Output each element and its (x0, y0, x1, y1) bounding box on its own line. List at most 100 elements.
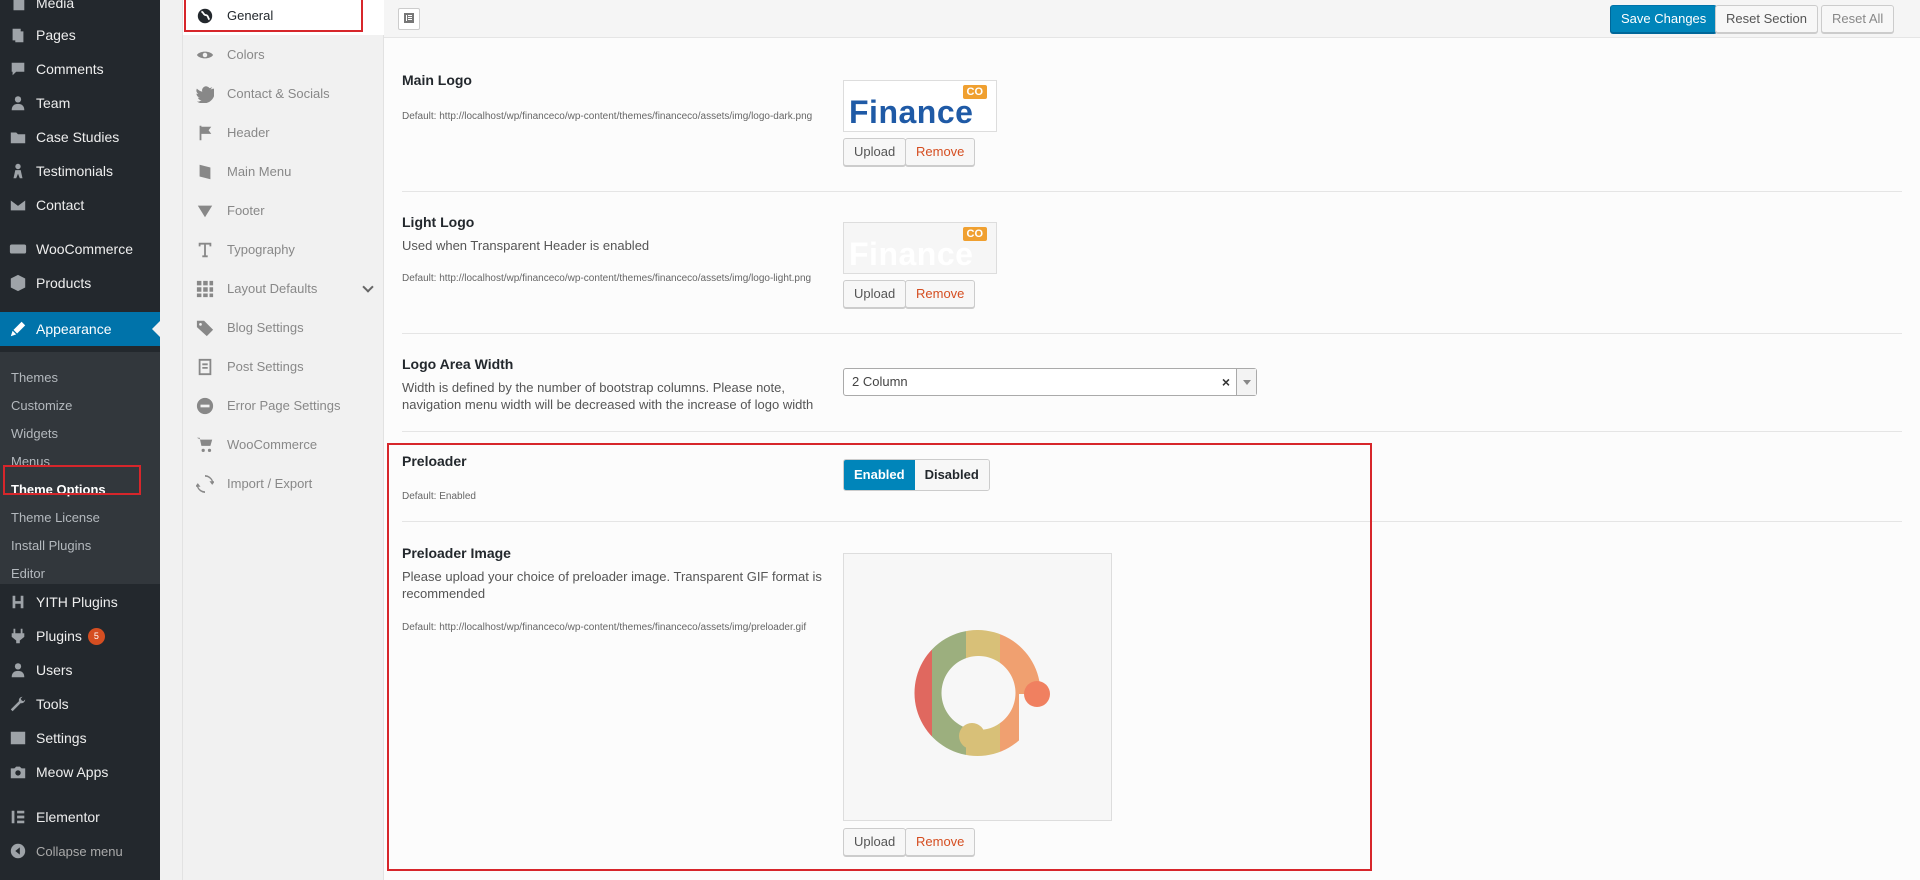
tab-layout-defaults[interactable]: Layout Defaults (183, 269, 384, 308)
tab-label: General (227, 8, 274, 23)
users-icon (0, 661, 36, 679)
eye-icon (183, 46, 227, 64)
tab-post-settings[interactable]: Post Settings (183, 347, 384, 386)
elementor-icon (0, 808, 36, 826)
sidebar-item-meow-apps[interactable]: Meow Apps (0, 755, 160, 789)
reset-all-button[interactable]: Reset All (1821, 5, 1895, 33)
sidebar-item-media[interactable]: Media (0, 0, 160, 20)
logo-word: Finance (849, 94, 974, 130)
submenu-menus[interactable]: Menus (11, 450, 50, 472)
products-icon (0, 274, 36, 292)
chevron-down-icon[interactable] (362, 281, 374, 293)
grid-icon (183, 280, 227, 298)
sidebar-item-team[interactable]: Team (0, 86, 160, 120)
pages-icon (0, 26, 36, 44)
tab-colors[interactable]: Colors (183, 35, 384, 74)
preloader-remove-button[interactable]: Remove (905, 828, 976, 856)
sidebar-item-label: Users (36, 662, 73, 678)
tab-header[interactable]: Header (183, 113, 384, 152)
admin-sidebar: Media Pages Comments Team Case Studies T… (0, 0, 160, 880)
reset-section-button[interactable]: Reset Section (1715, 5, 1818, 33)
preloader-upload-button[interactable]: Upload (843, 828, 907, 856)
comments-icon (0, 60, 36, 78)
sidebar-item-yith-plugins[interactable]: YITH Plugins (0, 585, 160, 619)
appearance-icon (0, 320, 36, 338)
submenu-editor[interactable]: Editor (11, 562, 45, 584)
sidebar-item-products[interactable]: Products (0, 266, 160, 300)
tab-blog-settings[interactable]: Blog Settings (183, 308, 384, 347)
tab-contact-socials[interactable]: Contact & Socials (183, 74, 384, 113)
preloader-image-section: Preloader Image Please upload your choic… (402, 522, 1902, 862)
text-icon (183, 241, 227, 259)
light-logo-section: Light Logo Used when Transparent Header … (402, 192, 1902, 334)
sidebar-item-pages[interactable]: Pages (0, 18, 160, 52)
sidebar-item-case-studies[interactable]: Case Studies (0, 120, 160, 154)
globe-icon (183, 7, 227, 25)
contact-icon (0, 196, 36, 214)
chevron-down-icon[interactable] (1236, 369, 1256, 395)
sidebar-item-settings[interactable]: Settings (0, 721, 160, 755)
tab-general[interactable]: General (183, 0, 384, 35)
options-content: Save Changes Reset Section Reset All Mai… (384, 0, 1920, 880)
tab-woocommerce[interactable]: WooCommerce (183, 425, 384, 464)
sidebar-item-label: Comments (36, 61, 104, 77)
preloader-spinner-image (914, 630, 1059, 756)
tab-main-menu[interactable]: Main Menu (183, 152, 384, 191)
main-logo-preview: Finance CO (843, 80, 997, 132)
sidebar-item-label: Testimonials (36, 163, 114, 179)
submenu-customize[interactable]: Customize (11, 394, 72, 416)
list-icon (403, 12, 415, 27)
cart-icon (183, 436, 227, 454)
sidebar-item-tools[interactable]: Tools (0, 687, 160, 721)
sidebar-item-label: Contact (36, 197, 85, 213)
collapse-menu-button[interactable]: Collapse menu (0, 834, 160, 868)
tab-label: Blog Settings (227, 320, 304, 335)
tab-import-export[interactable]: Import / Export (183, 464, 384, 503)
sidebar-item-users[interactable]: Users (0, 653, 160, 687)
sidebar-item-label: Team (36, 95, 71, 111)
sidebar-item-plugins[interactable]: Plugins 5 (0, 619, 160, 653)
preloader-toggle[interactable]: Enabled Disabled (843, 459, 990, 491)
logo-word: Finance (849, 236, 974, 272)
sidebar-item-comments[interactable]: Comments (0, 52, 160, 86)
expand-options-button[interactable] (398, 8, 420, 30)
main-logo-remove-button[interactable]: Remove (905, 138, 976, 166)
submenu-themes[interactable]: Themes (11, 366, 58, 388)
flag-icon (183, 124, 227, 142)
submenu-install-plugins[interactable]: Install Plugins (11, 534, 91, 556)
tags-icon (183, 319, 227, 337)
tab-label: Main Menu (227, 164, 292, 179)
sidebar-item-contact[interactable]: Contact (0, 188, 160, 222)
light-logo-remove-button[interactable]: Remove (905, 280, 976, 308)
tab-label: Typography (227, 242, 295, 257)
tab-label: Post Settings (227, 359, 304, 374)
preloader-enabled-option[interactable]: Enabled (844, 460, 915, 490)
media-icon (0, 0, 36, 12)
sidebar-item-woocommerce[interactable]: WooCommerce (0, 232, 160, 266)
sidebar-item-appearance[interactable]: Appearance (0, 312, 160, 346)
submenu-theme-license[interactable]: Theme License (11, 506, 100, 528)
logo-width-select[interactable]: 2 Column × (843, 368, 1257, 396)
tab-typography[interactable]: Typography (183, 230, 384, 269)
tab-label: Error Page Settings (227, 398, 341, 413)
submenu-widgets[interactable]: Widgets (11, 422, 58, 444)
preloader-section: Preloader Default: Enabled Enabled Disab… (402, 432, 1902, 522)
preloader-disabled-option[interactable]: Disabled (914, 460, 989, 490)
tab-footer[interactable]: Footer (183, 191, 384, 230)
preloader-image-preview (843, 553, 1112, 821)
sidebar-item-label: Case Studies (36, 129, 120, 145)
sidebar-item-label: Plugins (36, 628, 82, 644)
logo-badge: CO (962, 85, 987, 99)
clear-icon[interactable]: × (1222, 369, 1230, 395)
refresh-icon (183, 474, 227, 493)
save-changes-button[interactable]: Save Changes (1610, 5, 1718, 33)
tab-label: Footer (227, 203, 265, 218)
sidebar-item-label: Tools (36, 696, 69, 712)
light-logo-upload-button[interactable]: Upload (843, 280, 907, 308)
submenu-theme-options[interactable]: Theme Options (11, 478, 106, 500)
options-toolbar: Save Changes Reset Section Reset All (384, 0, 1920, 38)
sidebar-item-testimonials[interactable]: Testimonials (0, 154, 160, 188)
main-logo-upload-button[interactable]: Upload (843, 138, 907, 166)
tab-error-page-settings[interactable]: Error Page Settings (183, 386, 384, 425)
sidebar-item-elementor[interactable]: Elementor (0, 800, 160, 834)
